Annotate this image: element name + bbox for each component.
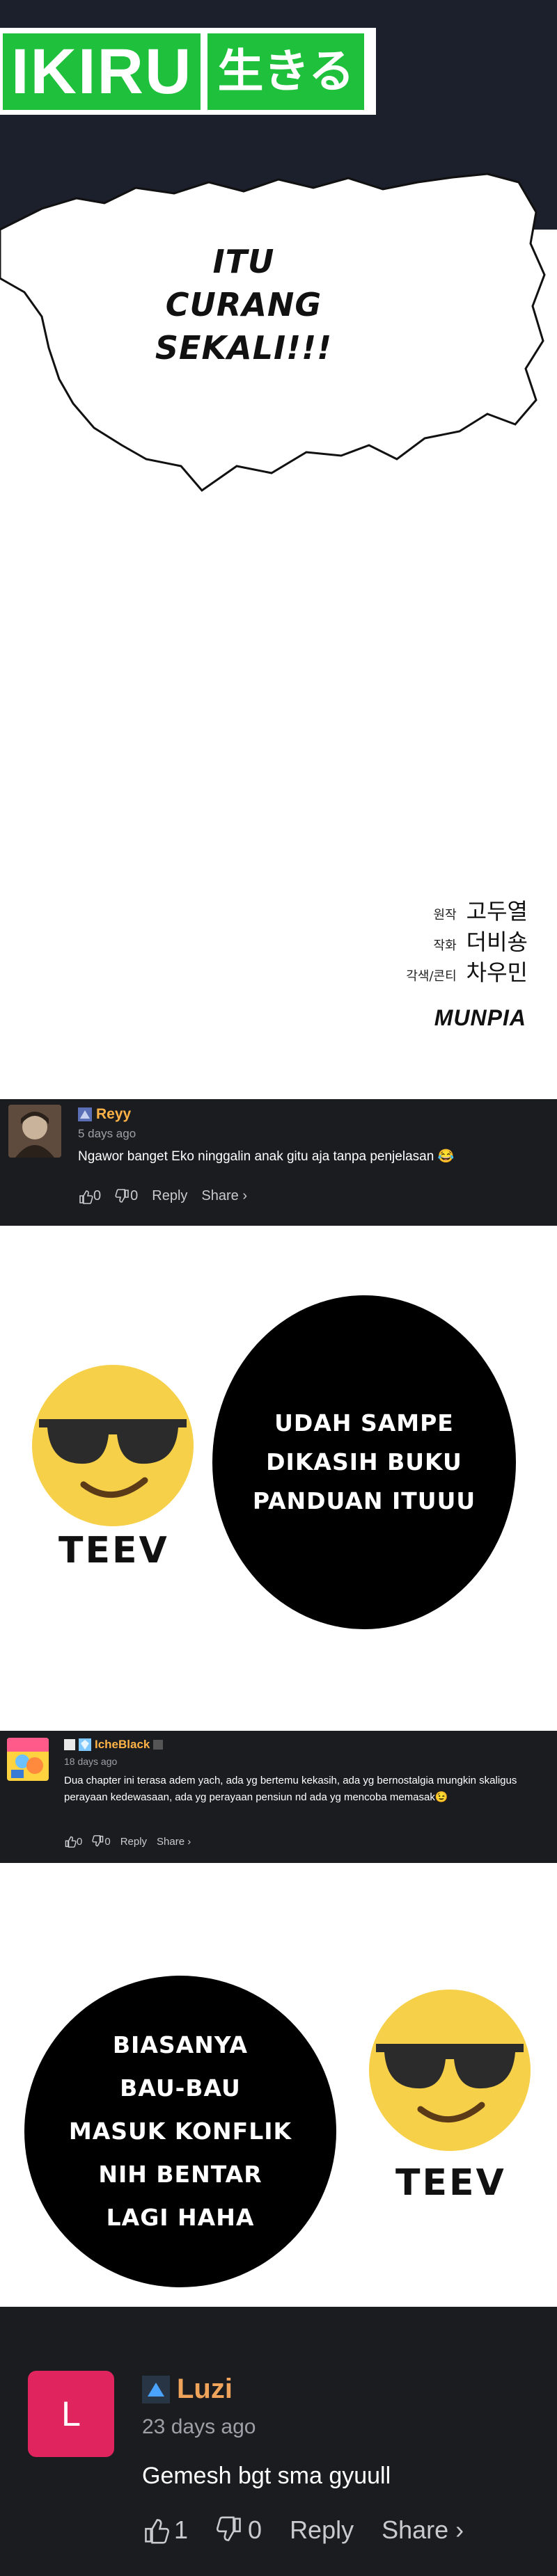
speech-line: MASUK KONFLIK: [68, 2118, 292, 2145]
speech-circle: BIASANYA BAU-BAU MASUK KONFLIK NIH BENTA…: [24, 1976, 336, 2287]
logo-text: IKIRU: [3, 33, 201, 110]
comic-panel-teev-1: TEEV UDAH SAMPE DIKASIH BUKU PANDUAN ITU…: [0, 1226, 557, 1731]
avatar[interactable]: [7, 1738, 49, 1781]
comment-actions-bar: 0 0 Reply Share ›: [0, 1177, 557, 1226]
speech-line: DIKASIH BUKU: [266, 1448, 462, 1475]
dislike-button[interactable]: 0: [115, 1188, 138, 1204]
comment-username[interactable]: IcheBlack: [95, 1738, 150, 1752]
credit-name: 더비숑: [466, 929, 528, 955]
logo-japanese-text: 生きる: [207, 33, 365, 110]
comment-text: Ngawor banget Eko ninggalin anak gitu aj…: [78, 1149, 455, 1164]
sunglasses-emoji-icon: [32, 1365, 194, 1526]
bubble-line: ITU: [212, 243, 275, 280]
like-button[interactable]: 0: [64, 1835, 82, 1848]
sunglasses-emoji-icon: [369, 1990, 531, 2151]
comic-panel-teev-2: BIASANYA BAU-BAU MASUK KONFLIK NIH BENTA…: [0, 1863, 557, 2307]
like-button[interactable]: 1: [142, 2515, 188, 2545]
flag-icon: [64, 1739, 75, 1750]
credit-row: 원작 고두열: [406, 894, 528, 925]
speech-line: PANDUAN ITUUU: [252, 1487, 476, 1514]
credit-row: 각색/콘티 차우민: [406, 955, 528, 986]
speech-line: BIASANYA: [112, 2031, 249, 2058]
speech-line: BAU-BAU: [120, 2074, 241, 2102]
credit-name: 고두열: [466, 898, 528, 925]
speech-line: LAGI HAHA: [106, 2204, 255, 2231]
comment-timestamp: 18 days ago: [64, 1756, 118, 1767]
credit-name: 차우민: [466, 959, 528, 986]
thumbs-down-icon: [92, 1835, 104, 1847]
reply-button[interactable]: Reply: [290, 2515, 354, 2545]
like-count: 0: [93, 1188, 102, 1203]
comic-panel-top: IKIRU 生きる ITU CURANG SEKALI!!! 원작 고두열 작화…: [0, 0, 557, 1092]
comment-card: IcheBlack 18 days ago Dua chapter ini te…: [0, 1731, 557, 1863]
credit-role: 작화: [433, 938, 457, 953]
avatar[interactable]: [8, 1105, 61, 1158]
comment-username[interactable]: Reyy: [96, 1106, 131, 1123]
thumbs-up-icon: [79, 1190, 93, 1204]
site-logo[interactable]: IKIRU 生きる: [0, 28, 376, 115]
like-count: 1: [174, 2515, 189, 2544]
publisher-logo: MUNPIA: [434, 1005, 526, 1030]
comment-text: Dua chapter ini terasa adem yach, ada yg…: [64, 1775, 517, 1803]
comment-card: Reyy 5 days ago Ngawor banget Eko ningga…: [0, 1099, 557, 1177]
rank-badge-icon: [153, 1740, 164, 1750]
thumbs-up-icon: [65, 1836, 77, 1848]
thumbs-down-icon: [217, 2516, 241, 2541]
reply-button[interactable]: Reply: [120, 1836, 147, 1848]
bubble-line: CURANG SEKALI!!!: [155, 286, 333, 367]
dislike-count: 0: [130, 1188, 139, 1203]
like-button[interactable]: 0: [78, 1188, 101, 1204]
credit-role: 원작: [433, 908, 457, 922]
thumbs-up-icon: [145, 2519, 170, 2544]
reply-button[interactable]: Reply: [152, 1188, 187, 1204]
rank-badge-icon: [78, 1107, 92, 1121]
thumbs-down-icon: [115, 1188, 129, 1203]
comment-username[interactable]: Luzi: [177, 2374, 233, 2405]
teev-label: TEEV: [395, 2162, 506, 2204]
dislike-button[interactable]: 0: [92, 1835, 111, 1848]
credit-row: 작화 더비숑: [406, 925, 528, 955]
avatar[interactable]: L: [28, 2371, 114, 2457]
comment-timestamp: 23 days ago: [142, 2415, 256, 2438]
speech-line: UDAH SAMPE: [274, 1409, 454, 1437]
teev-label: TEEV: [58, 1530, 169, 1571]
comment-card: L Luzi 23 days ago Gemesh bgt sma gyuull…: [0, 2307, 557, 2576]
speech-line: NIH BENTAR: [98, 2161, 262, 2188]
dislike-count: 0: [248, 2515, 262, 2544]
speech-circle: UDAH SAMPE DIKASIH BUKU PANDUAN ITUUU: [212, 1295, 516, 1629]
dislike-count: 0: [104, 1835, 111, 1848]
dislike-button[interactable]: 0: [216, 2515, 262, 2545]
comment-timestamp: 5 days ago: [78, 1127, 136, 1140]
speech-bubble-text: ITU CURANG SEKALI!!!: [84, 240, 404, 369]
comment-text: Gemesh bgt sma gyuull: [142, 2463, 391, 2489]
share-button[interactable]: Share ›: [382, 2515, 464, 2545]
credits-block: 원작 고두열 작화 더비숑 각색/콘티 차우민: [406, 894, 528, 986]
like-count: 0: [77, 1835, 83, 1848]
share-button[interactable]: Share ›: [201, 1188, 247, 1204]
rank-badge-icon: [142, 2375, 170, 2403]
gem-badge-icon: [79, 1738, 91, 1751]
share-button[interactable]: Share ›: [157, 1836, 191, 1848]
credit-role: 각색/콘티: [406, 969, 457, 984]
